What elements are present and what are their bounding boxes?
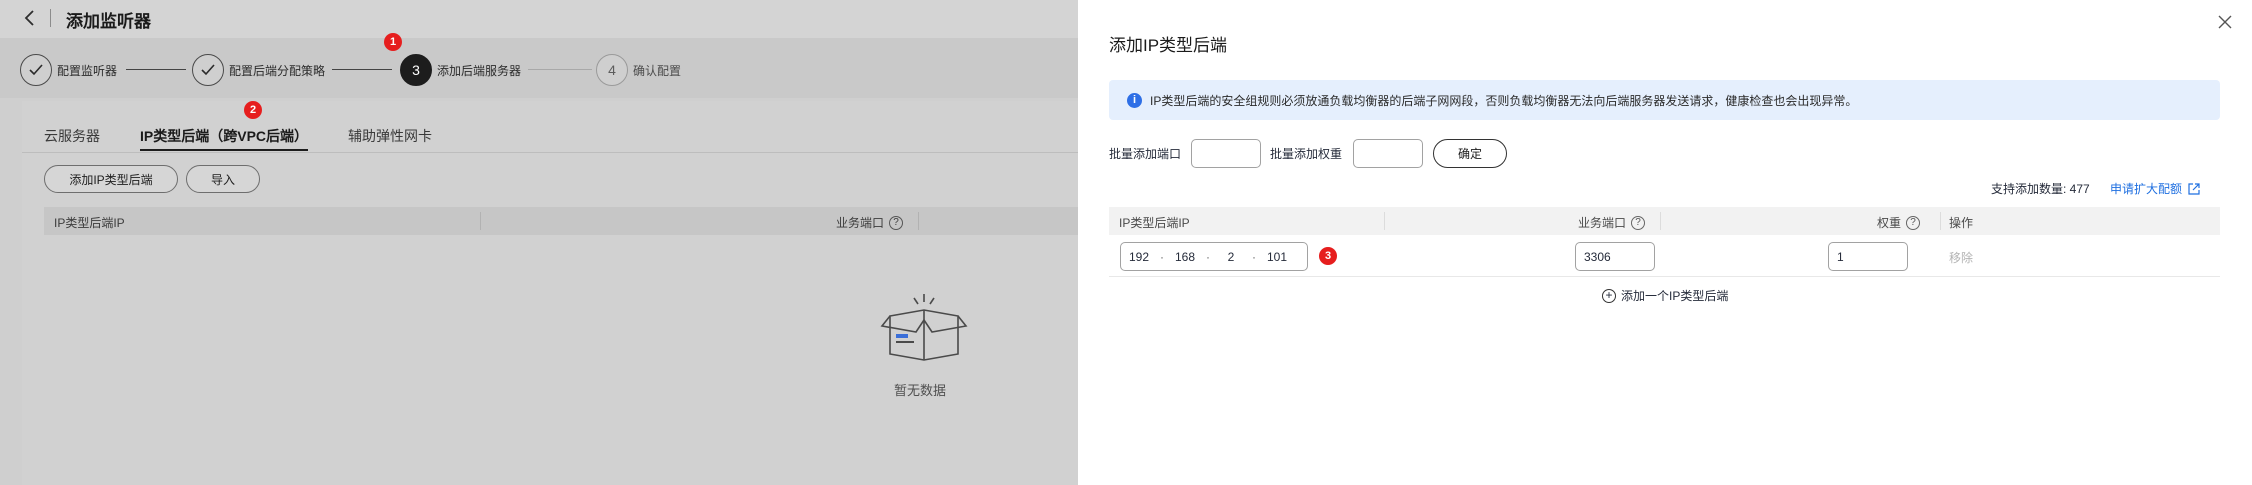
ip-octet[interactable]: 101	[1259, 250, 1295, 264]
plus-circle-icon: +	[1602, 288, 1616, 303]
ip-octet[interactable]: 168	[1167, 250, 1203, 264]
request-quota-link[interactable]: 申请扩大配额	[2110, 180, 2200, 197]
column-separator	[480, 212, 481, 230]
ip-separator: ·	[1206, 249, 1210, 264]
callout-badge: 1	[384, 33, 402, 51]
step-number: 4	[596, 54, 628, 86]
add-row-label: 添加一个IP类型后端	[1621, 289, 1729, 303]
step-add-backend: 3 添加后端服务器	[400, 52, 521, 88]
step-label: 添加后端服务器	[437, 63, 522, 78]
tab-ip-backend[interactable]: IP类型后端（跨VPC后端）	[140, 126, 308, 146]
column-ip-label: IP类型后端IP	[1119, 216, 1190, 230]
weight-input[interactable]: 1	[1828, 242, 1908, 271]
help-icon[interactable]: ?	[1631, 215, 1646, 230]
ip-octet[interactable]: 2	[1213, 250, 1249, 264]
column-action: 操作	[1949, 214, 1973, 231]
help-icon[interactable]: ?	[1906, 215, 1921, 230]
ip-octet[interactable]: 192	[1121, 250, 1157, 264]
external-link-icon	[2188, 182, 2200, 195]
tab-divider	[22, 152, 1078, 153]
column-separator	[1384, 212, 1385, 230]
tab-cloud-server[interactable]: 云服务器	[44, 126, 100, 146]
step-connector	[528, 69, 592, 70]
column-weight: 权重?	[1877, 214, 1921, 231]
check-icon	[192, 54, 224, 86]
column-action-label: 操作	[1949, 216, 1974, 230]
info-icon: i	[1127, 92, 1142, 108]
batch-weight-label: 批量添加权重	[1270, 147, 1343, 161]
empty-box-icon	[880, 292, 968, 364]
ip-separator: ·	[1252, 249, 1256, 264]
column-port: 业务端口?	[1578, 214, 1646, 231]
step-connector	[126, 69, 186, 70]
step-label: 确认配置	[633, 63, 682, 78]
step-confirm: 4 确认配置	[596, 52, 681, 88]
import-button[interactable]: 导入	[186, 165, 260, 193]
column-port-label: 业务端口	[836, 216, 885, 230]
batch-weight-input[interactable]	[1353, 139, 1423, 168]
batch-port-input[interactable]	[1191, 139, 1261, 168]
help-icon[interactable]: ?	[889, 215, 904, 230]
column-separator	[918, 212, 919, 230]
page-title: 添加监听器	[66, 12, 151, 31]
info-alert: i IP类型后端的安全组规则必须放通负载均衡器的后端子网网段，否则负载均衡器无法…	[1109, 80, 2220, 120]
row-divider	[1109, 276, 2220, 277]
column-ip: IP类型后端IP	[1119, 214, 1190, 231]
column-ip-label: IP类型后端IP	[54, 216, 125, 230]
step-label: 配置后端分配策略	[229, 63, 326, 78]
callout-badge: 3	[1319, 247, 1337, 265]
step-configure-listener: 配置监听器	[20, 52, 117, 88]
info-text: IP类型后端的安全组规则必须放通负载均衡器的后端子网网段，否则负载均衡器无法向后…	[1150, 93, 1858, 108]
column-port: 业务端口?	[836, 214, 904, 231]
step-number: 3	[400, 54, 432, 86]
add-ip-backend-button[interactable]: 添加IP类型后端	[44, 165, 178, 193]
drawer-title: 添加IP类型后端	[1109, 36, 1228, 55]
step-backend-policy: 配置后端分配策略	[192, 52, 325, 88]
check-icon	[20, 54, 52, 86]
column-separator	[1660, 212, 1661, 230]
remove-link[interactable]: 移除	[1949, 249, 1973, 266]
add-ip-backend-drawer: 添加IP类型后端 i IP类型后端的安全组规则必须放通负载均衡器的后端子网网段，…	[1078, 0, 2252, 485]
add-ip-backend-row-button[interactable]: + 添加一个IP类型后端	[1602, 287, 1728, 304]
ip-address-input[interactable]: 192 · 168 · 2 · 101	[1120, 242, 1308, 271]
table-header	[44, 207, 1078, 235]
tab-secondary-nic[interactable]: 辅助弹性网卡	[348, 126, 432, 146]
step-connector	[332, 69, 392, 70]
empty-text: 暂无数据	[894, 383, 947, 398]
column-separator	[1940, 212, 1941, 230]
callout-badge: 2	[244, 101, 262, 119]
table-header	[1109, 207, 2220, 235]
column-ip: IP类型后端IP	[54, 214, 125, 231]
stepper-bar	[0, 38, 1078, 98]
batch-port-label: 批量添加端口	[1109, 147, 1182, 161]
step-label: 配置监听器	[57, 63, 118, 78]
background-page: 添加监听器 配置监听器 配置后端分配策略 3 添加后端服务器 4 确认配置 1 …	[0, 0, 1078, 485]
header-divider	[50, 9, 51, 27]
ip-separator: ·	[1160, 249, 1164, 264]
confirm-button[interactable]: 确定	[1433, 139, 1507, 168]
quota-text: 支持添加数量: 477	[1991, 182, 2090, 196]
page-header	[0, 0, 1078, 38]
port-input[interactable]: 3306	[1575, 242, 1655, 271]
close-icon[interactable]	[2218, 14, 2232, 32]
column-weight-label: 权重	[1877, 216, 1902, 230]
column-port-label: 业务端口	[1578, 216, 1627, 230]
tab-active-indicator	[140, 149, 308, 151]
back-arrow-icon[interactable]	[22, 8, 38, 28]
request-quota-label: 申请扩大配额	[2110, 182, 2183, 196]
